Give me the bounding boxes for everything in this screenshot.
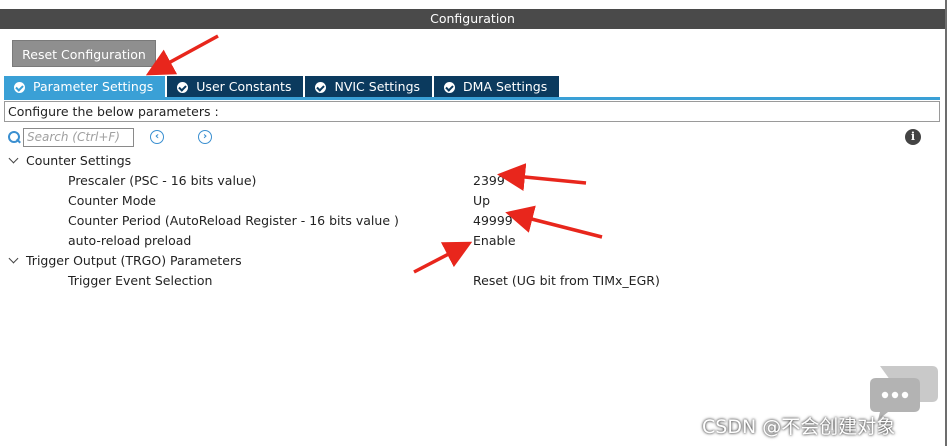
- annotation-arrow: [413, 241, 473, 274]
- annotation-arrow: [497, 163, 587, 191]
- annotation-arrows: [145, 34, 603, 274]
- annotation-arrow: [145, 34, 219, 76]
- watermark: CSDN @不会创建对象: [702, 416, 896, 438]
- annotation-arrow: [505, 205, 603, 239]
